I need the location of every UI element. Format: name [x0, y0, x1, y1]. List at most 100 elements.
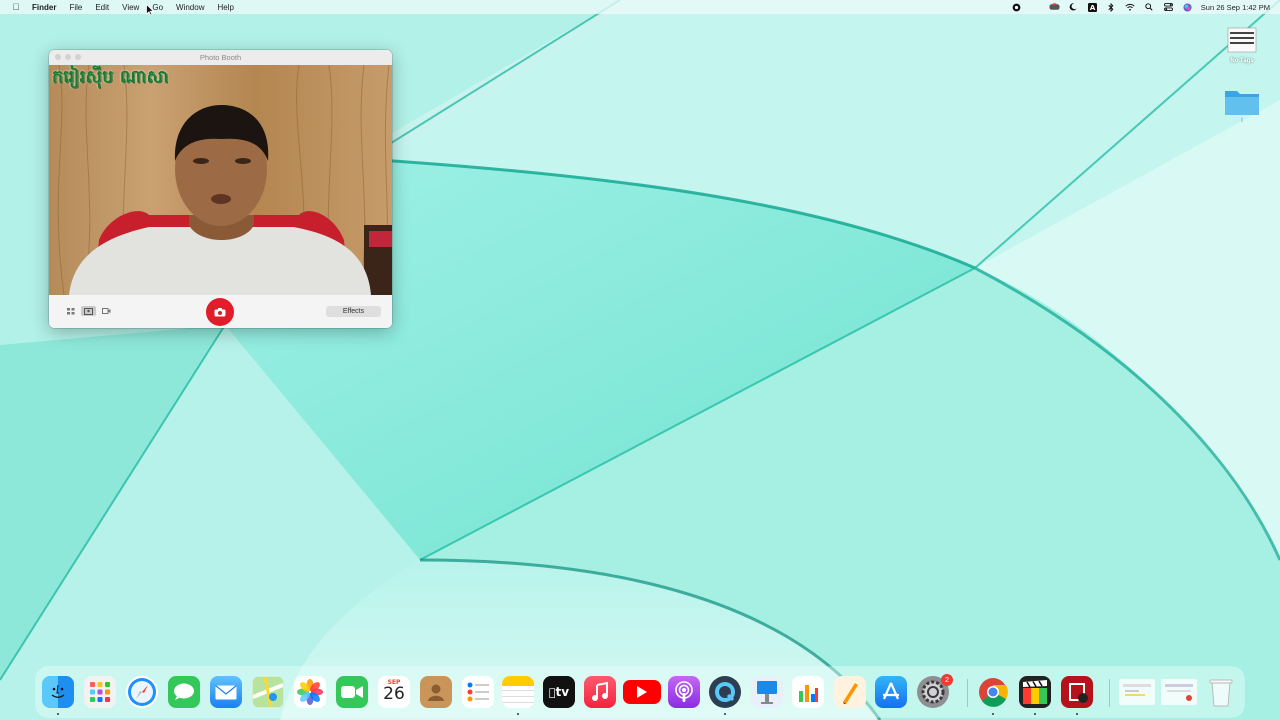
music-note-icon	[592, 682, 608, 701]
grid-icon	[66, 307, 74, 314]
dock-notes[interactable]	[502, 676, 534, 708]
dock-google-chrome[interactable]	[977, 676, 1009, 708]
clapperboard-icon	[1023, 680, 1047, 704]
dock-photos[interactable]	[294, 676, 326, 708]
video-mode-button[interactable]	[99, 306, 114, 316]
desktop-folder-icon[interactable]: I	[1224, 86, 1260, 124]
photo-booth-titlebar[interactable]: Photo Booth	[49, 50, 392, 65]
dock-minimized-window-2[interactable]	[1161, 679, 1197, 705]
dock-photo-booth[interactable]	[1061, 676, 1093, 708]
window-thumbnail-icon	[1123, 684, 1151, 696]
keynote-podium-icon	[757, 681, 777, 704]
dock-apple-tv[interactable]: tv	[543, 676, 575, 708]
dock-youtube[interactable]	[623, 680, 661, 704]
contacts-person-icon	[428, 684, 444, 701]
chrome-icon	[979, 678, 1008, 707]
dock-contacts[interactable]	[420, 676, 452, 708]
menu-clock[interactable]: Sun 26 Sep 1:42 PM	[1201, 3, 1270, 12]
folder-icon	[1225, 91, 1259, 115]
apple-tv-label: tv	[552, 685, 570, 699]
single-photo-mode-button[interactable]	[81, 306, 96, 316]
window-thumbnail-icon-2	[1165, 684, 1193, 701]
safari-compass-icon	[128, 678, 156, 706]
numbers-chart-icon	[799, 685, 818, 702]
effects-button[interactable]: Effects	[326, 306, 381, 317]
photo-booth-icon	[1069, 683, 1088, 703]
camera-preview: ករៀរស៊ីប ណាសា	[49, 65, 392, 295]
close-window-button[interactable]	[55, 54, 61, 60]
dock-messages[interactable]	[168, 676, 200, 708]
dock-finder[interactable]	[42, 676, 74, 708]
screen-record-icon[interactable]	[1007, 3, 1026, 12]
dock-separator-2	[1109, 679, 1110, 707]
podcasts-icon	[675, 681, 693, 702]
facetime-camera-icon	[341, 686, 363, 698]
do-not-disturb-icon[interactable]	[1064, 3, 1083, 11]
dock-trash[interactable]	[1205, 676, 1237, 708]
zoom-window-button[interactable]	[75, 54, 81, 60]
dock-photo-booth-running-dot	[1076, 713, 1078, 715]
dock-mail[interactable]	[210, 676, 242, 708]
play-icon	[637, 686, 647, 698]
desktop-folder-label: I	[1241, 118, 1243, 124]
reminders-list-icon	[467, 682, 489, 702]
photos-flower-icon	[297, 679, 323, 705]
dock-separator	[967, 679, 968, 707]
four-up-mode-button[interactable]	[63, 306, 78, 316]
menu-window[interactable]: Window	[176, 3, 204, 12]
apple-tv-logo-icon: 	[549, 686, 556, 699]
app-store-icon	[882, 682, 900, 700]
desktop-file-icon[interactable]: No Tags	[1222, 24, 1262, 64]
dock-facetime[interactable]	[336, 676, 368, 708]
take-photo-button[interactable]	[206, 298, 234, 326]
siri-icon[interactable]	[1178, 2, 1197, 12]
dock-numbers[interactable]	[792, 676, 824, 708]
quicktime-icon	[715, 682, 735, 702]
menu-edit[interactable]: Edit	[95, 3, 109, 12]
dock-finder-running-dot	[57, 713, 59, 715]
menu-view[interactable]: View	[122, 3, 139, 12]
dock-final-cut-pro[interactable]	[1019, 676, 1051, 708]
notes-icon	[502, 676, 534, 703]
minimize-window-button[interactable]	[65, 54, 71, 60]
dock-podcasts[interactable]	[668, 676, 700, 708]
dock-reminders[interactable]	[462, 676, 494, 708]
dock-calendar[interactable]: SEP 26	[378, 676, 410, 708]
camera-icon	[214, 307, 226, 316]
dock-notes-running-dot	[517, 713, 519, 715]
mail-envelope-icon	[215, 684, 237, 699]
dock-minimized-window-1[interactable]	[1119, 679, 1155, 705]
wifi-icon[interactable]	[1121, 3, 1140, 11]
dock-quicktime-running-dot	[724, 713, 726, 715]
dock-pages[interactable]	[834, 676, 866, 708]
dock-app-store[interactable]	[875, 676, 907, 708]
menu-app-name[interactable]: Finder	[32, 3, 56, 12]
capture-mode-selector	[63, 306, 114, 316]
document-thumbnail-icon	[1227, 27, 1257, 53]
photo-icon	[84, 307, 93, 315]
apple-menu-icon[interactable]: 	[0, 2, 32, 12]
game-controller-icon[interactable]	[1045, 3, 1064, 11]
finder-icon	[51, 684, 65, 698]
dock-maps[interactable]	[252, 676, 284, 708]
dock-keynote[interactable]	[751, 676, 783, 708]
video-overlay-text: ករៀរស៊ីប ណាសា	[52, 67, 169, 87]
bluetooth-icon[interactable]	[1102, 2, 1121, 12]
dock-quicktime[interactable]	[709, 676, 741, 708]
video-camera-icon	[102, 308, 111, 314]
window-title: Photo Booth	[199, 53, 242, 62]
svg-text:A: A	[1089, 3, 1095, 12]
window-controls	[55, 54, 81, 60]
menu-file[interactable]: File	[69, 3, 82, 12]
dock-launchpad[interactable]	[84, 676, 116, 708]
dock-chrome-running-dot	[992, 713, 994, 715]
spotlight-search-icon[interactable]	[1140, 3, 1159, 11]
trash-icon	[1209, 679, 1233, 707]
dock-safari[interactable]	[126, 676, 158, 708]
control-center-icon[interactable]	[1159, 3, 1178, 11]
mouse-cursor-icon	[146, 4, 154, 16]
input-source-icon[interactable]: A	[1083, 2, 1102, 12]
dock-music[interactable]	[584, 676, 616, 708]
dock-final-cut-running-dot	[1034, 713, 1036, 715]
menu-help[interactable]: Help	[217, 3, 233, 12]
